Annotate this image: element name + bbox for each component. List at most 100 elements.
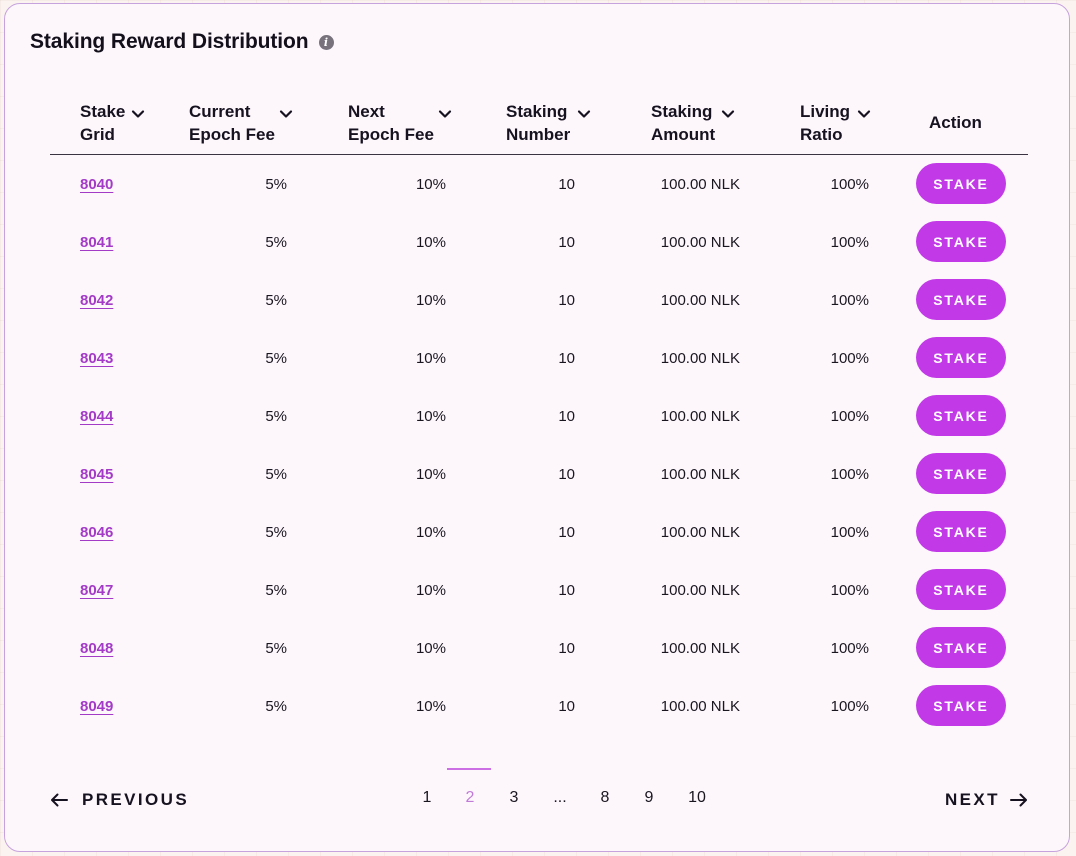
living-ratio-cell: 100% xyxy=(830,233,869,251)
staking-amount-cell: 100.00 NLK xyxy=(660,697,740,715)
staking-amount-cell: 100.00 NLK xyxy=(660,349,740,367)
card-header: Staking Reward Distribution i xyxy=(30,30,334,54)
previous-page-label: PREVIOUS xyxy=(82,790,190,809)
previous-page-button[interactable]: PREVIOUS xyxy=(50,790,189,810)
staking-number-cell: 10 xyxy=(558,697,575,715)
column-header-label: Amount xyxy=(651,124,716,144)
column-header-label: Grid xyxy=(80,124,115,144)
column-header-label: Living xyxy=(800,102,851,121)
stake-button[interactable]: STAKE xyxy=(916,627,1006,668)
current-epoch-fee-cell: 5% xyxy=(265,291,287,309)
stake-grid-link[interactable]: 8045 xyxy=(80,445,113,503)
stake-button[interactable]: STAKE xyxy=(916,221,1006,262)
column-header-label: Action xyxy=(929,113,982,132)
living-ratio-cell: 100% xyxy=(830,175,869,193)
column-header-action: Action xyxy=(929,112,982,135)
column-header-label: Current xyxy=(189,102,251,121)
current-epoch-fee-cell: 5% xyxy=(265,233,287,251)
staking-reward-card: Staking Reward Distribution i Stake Grid… xyxy=(4,3,1070,852)
stake-grid-link[interactable]: 8049 xyxy=(80,677,113,735)
column-header-label: Number xyxy=(506,124,571,144)
page-link-9[interactable]: 9 xyxy=(634,789,664,807)
current-epoch-fee-cell: 5% xyxy=(265,523,287,541)
next-epoch-fee-cell: 10% xyxy=(415,581,446,599)
stake-grid-link[interactable]: 8046 xyxy=(80,503,113,561)
table-row: 8040 5% 10% 10 100.00 NLK 100% STAKE xyxy=(5,155,1071,213)
next-epoch-fee-cell: 10% xyxy=(415,407,446,425)
stake-grid-link[interactable]: 8047 xyxy=(80,561,113,619)
column-header-next-epoch-fee[interactable]: Next Epoch Fee xyxy=(348,101,452,146)
table-row: 8045 5% 10% 10 100.00 NLK 100% STAKE xyxy=(5,445,1071,503)
staking-amount-cell: 100.00 NLK xyxy=(660,233,740,251)
page-link-8[interactable]: 8 xyxy=(590,789,620,807)
chevron-down-icon xyxy=(131,110,145,118)
next-epoch-fee-cell: 10% xyxy=(415,639,446,657)
column-header-label: Staking xyxy=(506,102,568,121)
arrow-left-icon xyxy=(51,793,68,807)
stake-button[interactable]: STAKE xyxy=(916,337,1006,378)
column-header-stake-grid[interactable]: Stake Grid xyxy=(80,101,145,146)
stake-button[interactable]: STAKE xyxy=(916,453,1006,494)
next-epoch-fee-cell: 10% xyxy=(415,291,446,309)
page-link-2-current[interactable]: 2 xyxy=(455,789,485,807)
staking-amount-cell: 100.00 NLK xyxy=(660,175,740,193)
next-page-button[interactable]: NEXT xyxy=(945,790,1028,810)
stake-grid-link[interactable]: 8041 xyxy=(80,213,113,271)
stake-button[interactable]: STAKE xyxy=(916,685,1006,726)
info-icon[interactable]: i xyxy=(318,34,334,50)
stake-button[interactable]: STAKE xyxy=(916,511,1006,552)
current-epoch-fee-cell: 5% xyxy=(265,581,287,599)
chevron-down-icon xyxy=(721,110,735,118)
stake-grid-link[interactable]: 8044 xyxy=(80,387,113,445)
stake-grid-link[interactable]: 8048 xyxy=(80,619,113,677)
chevron-down-icon xyxy=(577,110,591,118)
next-epoch-fee-cell: 10% xyxy=(415,175,446,193)
page-link-1[interactable]: 1 xyxy=(412,789,442,807)
staking-number-cell: 10 xyxy=(558,523,575,541)
stake-grid-link[interactable]: 8043 xyxy=(80,329,113,387)
page-link-10[interactable]: 10 xyxy=(682,789,712,807)
active-page-indicator xyxy=(447,768,491,770)
column-header-staking-number[interactable]: Staking Number xyxy=(506,101,591,146)
stake-button[interactable]: STAKE xyxy=(916,279,1006,320)
living-ratio-cell: 100% xyxy=(830,291,869,309)
stake-button[interactable]: STAKE xyxy=(916,569,1006,610)
staking-number-cell: 10 xyxy=(558,581,575,599)
living-ratio-cell: 100% xyxy=(830,639,869,657)
table-row: 8047 5% 10% 10 100.00 NLK 100% STAKE xyxy=(5,561,1071,619)
column-header-current-epoch-fee[interactable]: Current Epoch Fee xyxy=(189,101,293,146)
current-epoch-fee-cell: 5% xyxy=(265,639,287,657)
staking-number-cell: 10 xyxy=(558,233,575,251)
column-header-staking-amount[interactable]: Staking Amount xyxy=(651,101,735,146)
column-header-label: Stake xyxy=(80,102,126,121)
staking-number-cell: 10 xyxy=(558,639,575,657)
chevron-down-icon xyxy=(438,110,452,118)
staking-amount-cell: 100.00 NLK xyxy=(660,407,740,425)
staking-number-cell: 10 xyxy=(558,465,575,483)
column-header-living-ratio[interactable]: Living Ratio xyxy=(800,101,871,146)
chevron-down-icon xyxy=(279,110,293,118)
living-ratio-cell: 100% xyxy=(830,407,869,425)
stake-grid-link[interactable]: 8040 xyxy=(80,155,113,213)
card-title: Staking Reward Distribution xyxy=(30,30,309,53)
column-header-label: Ratio xyxy=(800,124,843,144)
next-epoch-fee-cell: 10% xyxy=(415,465,446,483)
table-row: 8046 5% 10% 10 100.00 NLK 100% STAKE xyxy=(5,503,1071,561)
current-epoch-fee-cell: 5% xyxy=(265,175,287,193)
staking-number-cell: 10 xyxy=(558,291,575,309)
page-link-3[interactable]: 3 xyxy=(499,789,529,807)
staking-number-cell: 10 xyxy=(558,175,575,193)
table-row: 8048 5% 10% 10 100.00 NLK 100% STAKE xyxy=(5,619,1071,677)
living-ratio-cell: 100% xyxy=(830,349,869,367)
staking-amount-cell: 100.00 NLK xyxy=(660,581,740,599)
stake-grid-link[interactable]: 8042 xyxy=(80,271,113,329)
staking-number-cell: 10 xyxy=(558,349,575,367)
living-ratio-cell: 100% xyxy=(830,465,869,483)
stake-button[interactable]: STAKE xyxy=(916,163,1006,204)
column-header-label: Next xyxy=(348,102,385,121)
next-epoch-fee-cell: 10% xyxy=(415,233,446,251)
next-epoch-fee-cell: 10% xyxy=(415,349,446,367)
staking-amount-cell: 100.00 NLK xyxy=(660,639,740,657)
page-ellipsis: ... xyxy=(553,789,567,806)
stake-button[interactable]: STAKE xyxy=(916,395,1006,436)
